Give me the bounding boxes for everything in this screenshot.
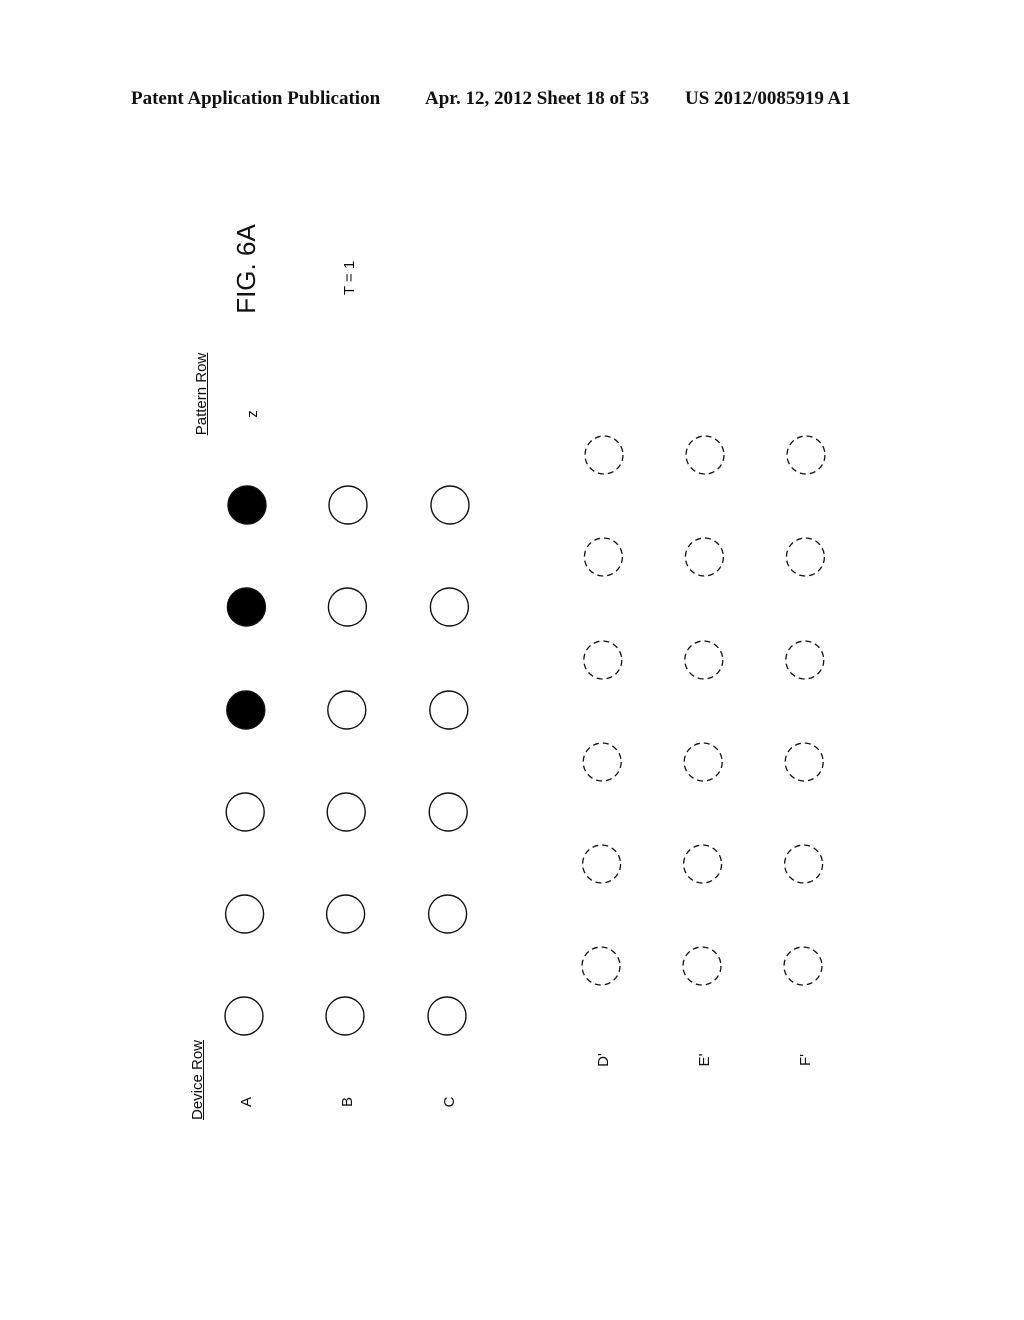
virtual-led-dashed — [583, 537, 624, 577]
device-led-empty — [328, 485, 368, 525]
virtual-led-dashed — [584, 435, 624, 475]
virtual-led-dashed — [685, 435, 725, 475]
device-led-empty — [225, 792, 265, 832]
device-led-empty — [327, 690, 367, 730]
virtual-led-dashed — [785, 537, 826, 577]
virtual-led-dashed — [583, 640, 623, 680]
device-led-empty — [429, 690, 469, 730]
virtual-led-dashed — [683, 742, 723, 782]
device-led-empty — [325, 894, 366, 934]
device-led-empty — [427, 894, 468, 934]
device-led-empty — [429, 587, 470, 627]
device-led-empty — [428, 792, 468, 832]
virtual-led-dashed — [581, 844, 622, 884]
device-led-empty — [430, 485, 470, 525]
device-led-empty — [427, 996, 467, 1036]
virtual-led-dashed — [785, 640, 825, 680]
virtual-led-dashed — [684, 640, 724, 680]
led-grid-diagram — [224, 435, 826, 1036]
virtual-led-dashed — [582, 742, 622, 782]
virtual-led-dashed — [786, 435, 826, 475]
virtual-led-dashed — [682, 844, 723, 884]
device-led-empty — [224, 894, 265, 934]
device-led-empty — [327, 587, 368, 627]
device-led-filled — [226, 690, 266, 730]
device-led-empty — [325, 996, 365, 1036]
virtual-led-dashed — [684, 537, 725, 577]
virtual-led-dashed — [581, 946, 621, 986]
virtual-led-dashed — [682, 946, 722, 986]
device-led-empty — [326, 792, 366, 832]
device-led-empty — [224, 996, 264, 1036]
virtual-led-dashed — [783, 946, 823, 986]
virtual-led-dashed — [784, 742, 824, 782]
device-led-filled — [227, 485, 267, 525]
virtual-led-dashed — [783, 844, 824, 884]
device-led-filled — [226, 587, 267, 627]
